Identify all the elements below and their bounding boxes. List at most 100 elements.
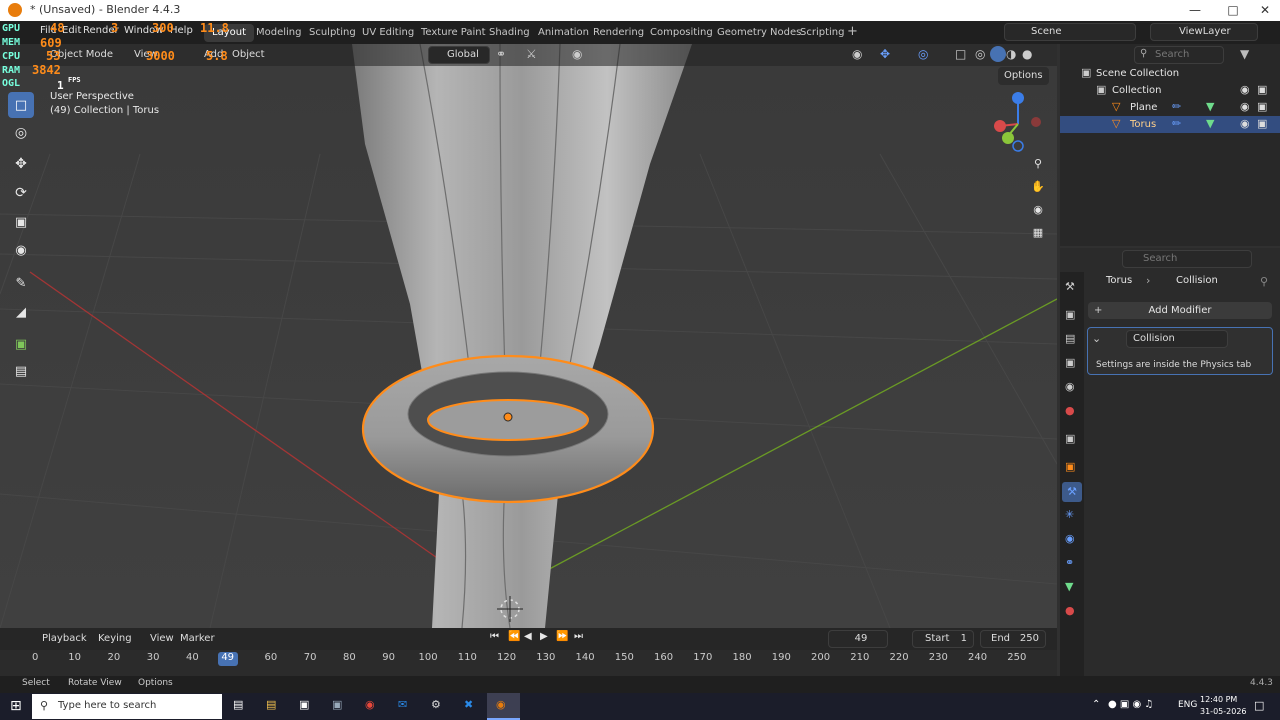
transform-tool[interactable]: ◉ bbox=[8, 237, 34, 263]
tab-uv-editing[interactable]: UV Editing bbox=[354, 24, 422, 42]
mesh-data-icon: ▼ bbox=[1206, 100, 1215, 113]
clock-date[interactable]: 31-05-2026 bbox=[1200, 707, 1247, 716]
modifier-name-field[interactable]: Collision bbox=[1126, 330, 1228, 348]
playback-menu[interactable]: Playback bbox=[36, 630, 93, 648]
add-modifier-button[interactable]: + Add Modifier bbox=[1088, 302, 1272, 319]
app-icon[interactable]: ▣ bbox=[332, 698, 342, 711]
wireframe-shading-icon[interactable]: ◎ bbox=[975, 47, 985, 61]
move-tool[interactable]: ✥ bbox=[8, 151, 34, 177]
3d-viewport[interactable]: □ ◎ ✥ ⟳ ▣ ◉ ✎ ◢ ▣ ▤ ⚲ ✋ ◉ ▦ User Perspec… bbox=[0, 44, 1057, 628]
current-frame-field[interactable]: 49 bbox=[828, 630, 888, 648]
pan-button[interactable]: ✋ bbox=[1027, 175, 1049, 197]
render-camera-icon[interactable]: ▣ bbox=[1257, 117, 1267, 130]
pin-icon[interactable]: ⚲ bbox=[1260, 275, 1268, 288]
material-tab-icon[interactable]: ● bbox=[1065, 604, 1075, 617]
properties-search[interactable]: Search bbox=[1122, 250, 1252, 268]
zoom-button[interactable]: ⚲ bbox=[1027, 152, 1049, 174]
tool-tab-icon[interactable]: ⚒ bbox=[1065, 280, 1075, 293]
render-camera-icon[interactable]: ▣ bbox=[1257, 100, 1267, 113]
transform-orientation[interactable]: Global bbox=[428, 46, 490, 64]
next-key-icon[interactable]: ⏩ bbox=[556, 631, 568, 642]
windows-start-icon[interactable]: ⊞ bbox=[10, 698, 22, 714]
blender-taskbar-button[interactable]: ◉ bbox=[487, 693, 520, 720]
add-cube-tool[interactable]: ▣ bbox=[8, 331, 34, 357]
modifier-tab-icon[interactable]: ⚒ bbox=[1062, 482, 1082, 502]
play-icon[interactable]: ▶ bbox=[540, 631, 548, 642]
tray-chevron-icon[interactable]: ⌃ bbox=[1092, 699, 1100, 710]
chrome-icon[interactable]: ◉ bbox=[365, 698, 375, 711]
ogl-label: OGL bbox=[2, 78, 21, 89]
language-indicator[interactable]: ENG bbox=[1178, 700, 1197, 710]
render-tab-icon[interactable]: ▣ bbox=[1065, 308, 1075, 321]
visibility-eye-icon[interactable]: ◉ bbox=[1240, 83, 1250, 96]
move-icon: ✥ bbox=[15, 156, 27, 172]
maximize-icon[interactable]: □ bbox=[1216, 0, 1250, 21]
filter-icon[interactable]: ▼ bbox=[1240, 47, 1249, 61]
tab-scripting[interactable]: Scripting bbox=[792, 24, 852, 42]
snap-icon[interactable]: ⚔ bbox=[526, 47, 537, 61]
minimize-icon[interactable]: — bbox=[1178, 0, 1212, 21]
annotate-tool[interactable]: ✎ bbox=[8, 270, 34, 296]
object-tab-icon[interactable]: ▣ bbox=[1065, 460, 1075, 473]
proportional-edit-icon[interactable]: ◉ bbox=[572, 47, 582, 61]
cursor-icon: ◎ bbox=[14, 125, 28, 141]
timeline-tick-label: 30 bbox=[146, 652, 160, 663]
material-shading-icon[interactable]: ◑ bbox=[1006, 47, 1016, 61]
collection-tab-icon[interactable]: ▣ bbox=[1065, 432, 1075, 445]
scale-icon: ▣ bbox=[14, 214, 28, 230]
overlay-toggle-icon[interactable]: ◎ bbox=[918, 47, 928, 61]
scene-tab-icon[interactable]: ◉ bbox=[1065, 380, 1075, 393]
xray-icon[interactable]: □ bbox=[955, 47, 966, 61]
pivot-icon[interactable]: ⚭ bbox=[496, 47, 506, 61]
add-workspace-icon[interactable]: + bbox=[847, 24, 858, 39]
play-reverse-icon[interactable]: ◀ bbox=[524, 631, 532, 642]
prev-key-icon[interactable]: ⏪ bbox=[508, 631, 520, 642]
vscode-icon[interactable]: ✖ bbox=[464, 698, 473, 711]
scene-selector[interactable]: Scene bbox=[1004, 23, 1136, 41]
rendered-shading-icon[interactable]: ● bbox=[1022, 47, 1032, 61]
tray-icons[interactable]: ● ▣ ◉ ♫ bbox=[1108, 699, 1153, 710]
outliner-search[interactable]: Search bbox=[1134, 46, 1224, 64]
task-view-icon[interactable]: ▤ bbox=[233, 698, 243, 711]
visibility-icon[interactable]: ◉ bbox=[852, 47, 862, 61]
jump-start-icon[interactable]: ⏮ bbox=[490, 631, 499, 642]
start-frame-field[interactable]: Start 1 bbox=[912, 630, 974, 648]
mail-icon[interactable]: ✉ bbox=[398, 698, 407, 711]
jump-end-icon[interactable]: ⏭ bbox=[574, 631, 583, 642]
select-box-tool[interactable]: □ bbox=[8, 92, 34, 118]
system-icon[interactable]: ⚙ bbox=[431, 698, 441, 711]
visibility-eye-icon[interactable]: ◉ bbox=[1240, 100, 1250, 113]
modifier-icon: ✏ bbox=[1172, 117, 1182, 130]
gizmo-toggle-icon[interactable]: ✥ bbox=[880, 47, 890, 61]
solid-shading-icon[interactable] bbox=[990, 46, 1006, 62]
output-tab-icon[interactable]: ▤ bbox=[1065, 332, 1075, 345]
scale-tool[interactable]: ▣ bbox=[8, 209, 34, 235]
perspective-toggle[interactable]: ▦ bbox=[1027, 221, 1049, 243]
taskbar-search[interactable]: ⚲ Type here to search bbox=[32, 694, 222, 719]
measure-tool[interactable]: ◢ bbox=[8, 299, 34, 325]
render-camera-icon[interactable]: ▣ bbox=[1257, 83, 1267, 96]
data-tab-icon[interactable]: ▼ bbox=[1065, 580, 1073, 593]
view-layer-tab-icon[interactable]: ▣ bbox=[1065, 356, 1075, 369]
visibility-eye-icon[interactable]: ◉ bbox=[1240, 117, 1250, 130]
outliner-scene-collection[interactable]: Scene Collection bbox=[1060, 65, 1280, 82]
particles-tab-icon[interactable]: ✳ bbox=[1065, 508, 1074, 521]
notification-icon[interactable]: □ bbox=[1254, 699, 1264, 712]
close-icon[interactable]: ✕ bbox=[1248, 0, 1280, 21]
physics-tab-icon[interactable]: ◉ bbox=[1065, 532, 1075, 545]
cursor-tool[interactable]: ◎ bbox=[8, 120, 34, 146]
end-frame-field[interactable]: End 250 bbox=[980, 630, 1046, 648]
add-object-tool[interactable]: ▤ bbox=[8, 358, 34, 384]
file-explorer-icon[interactable]: ▤ bbox=[266, 698, 276, 711]
rotate-tool[interactable]: ⟳ bbox=[8, 180, 34, 206]
constraints-tab-icon[interactable]: ⚭ bbox=[1065, 556, 1074, 569]
world-tab-icon[interactable]: ● bbox=[1065, 404, 1075, 417]
viewlayer-selector[interactable]: ViewLayer bbox=[1150, 23, 1258, 41]
chevron-down-icon[interactable]: ⌄ bbox=[1092, 332, 1101, 345]
camera-view-button[interactable]: ◉ bbox=[1027, 198, 1049, 220]
clock-time[interactable]: 12:40 PM bbox=[1200, 695, 1237, 704]
marker-menu[interactable]: Marker bbox=[174, 630, 221, 648]
options-button[interactable]: Options bbox=[998, 67, 1049, 85]
keying-menu[interactable]: Keying bbox=[92, 630, 138, 648]
store-icon[interactable]: ▣ bbox=[299, 698, 309, 711]
